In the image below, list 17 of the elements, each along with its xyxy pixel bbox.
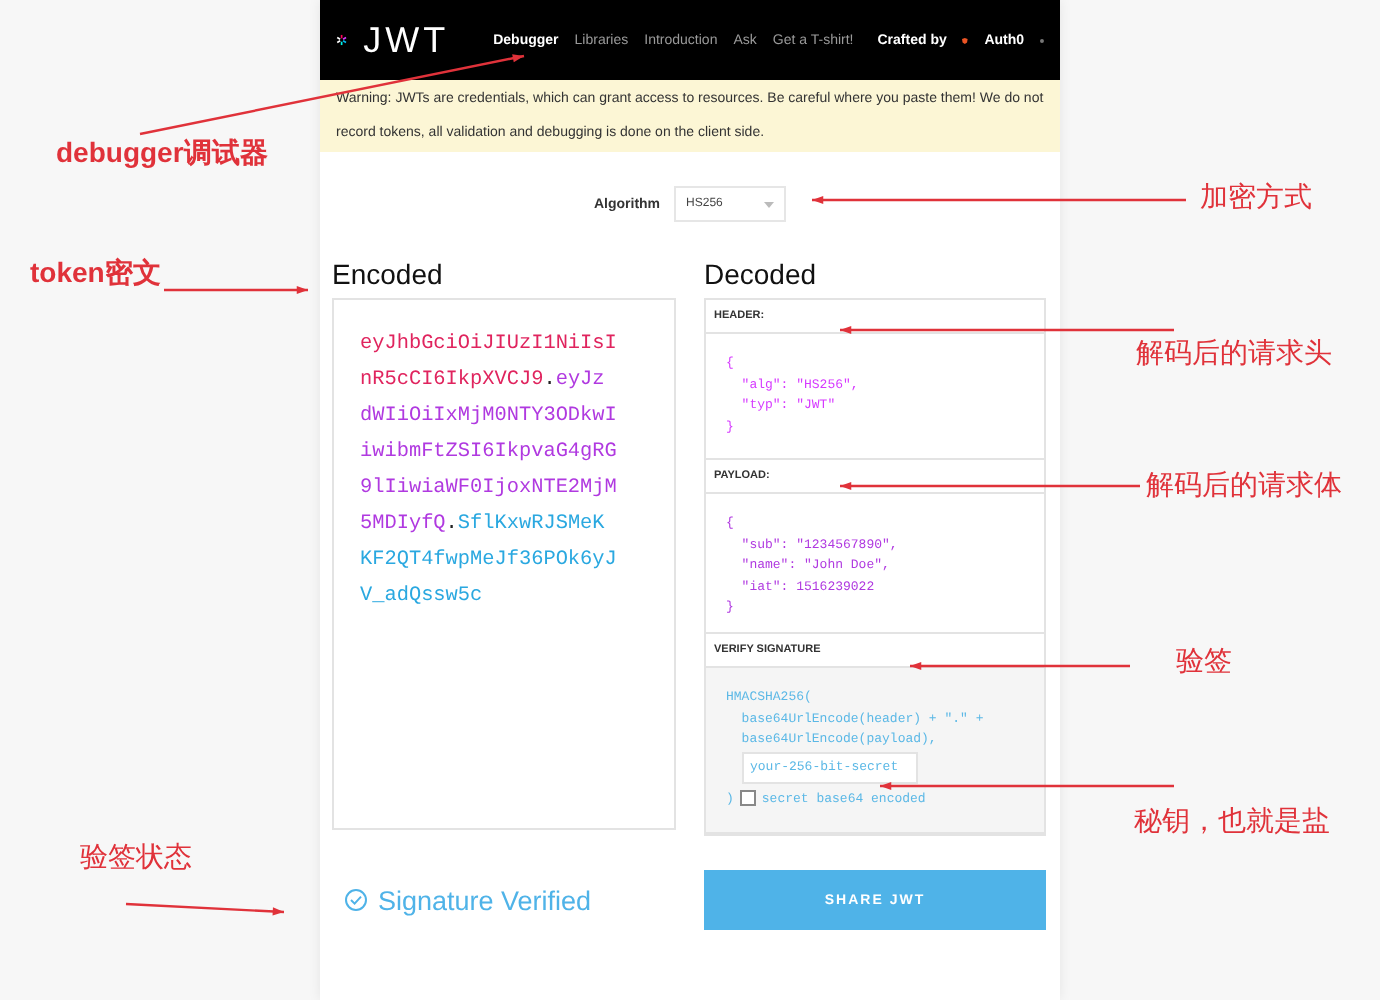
annotation-arrow: [164, 285, 308, 295]
annotation-text: 解码后的请求体: [1146, 468, 1342, 504]
checkbox[interactable]: [739, 790, 756, 807]
annotation-text: 加密方式: [1200, 180, 1312, 216]
decoded-heading: Decoded: [704, 258, 819, 294]
encoded-heading: Encoded: [332, 258, 445, 294]
annotation-text: 秘钥，也就是盐: [1134, 804, 1330, 840]
logo-text: JWT: [363, 19, 450, 61]
token-field[interactable]: eyJhbGciOiJIUzI1NiIsInR5cCI6IkpXVCJ9.eyJzdWIiOiIxMjM0NTY3ODkwIiwibmFtZSI6IkpvaG4gRG9lIiwiaWF0IjoxNTE2MjM5MDIyfQ.SflKxwRJSMeKKF2QT4fwpMeJf36POk6yJV_adQssw5c: [332, 298, 676, 830]
annotation-text: token密文: [30, 256, 161, 292]
annotation-text: 验签: [1176, 644, 1232, 680]
annotation-text: 验签状态: [80, 840, 192, 876]
annotation-text: 解码后的请求头: [1136, 336, 1332, 372]
annotation-text: debugger调试器: [56, 136, 268, 172]
caret-icon: [764, 201, 775, 207]
status-text: Signature Verified: [378, 885, 592, 915]
check-circle-icon: [344, 888, 368, 912]
